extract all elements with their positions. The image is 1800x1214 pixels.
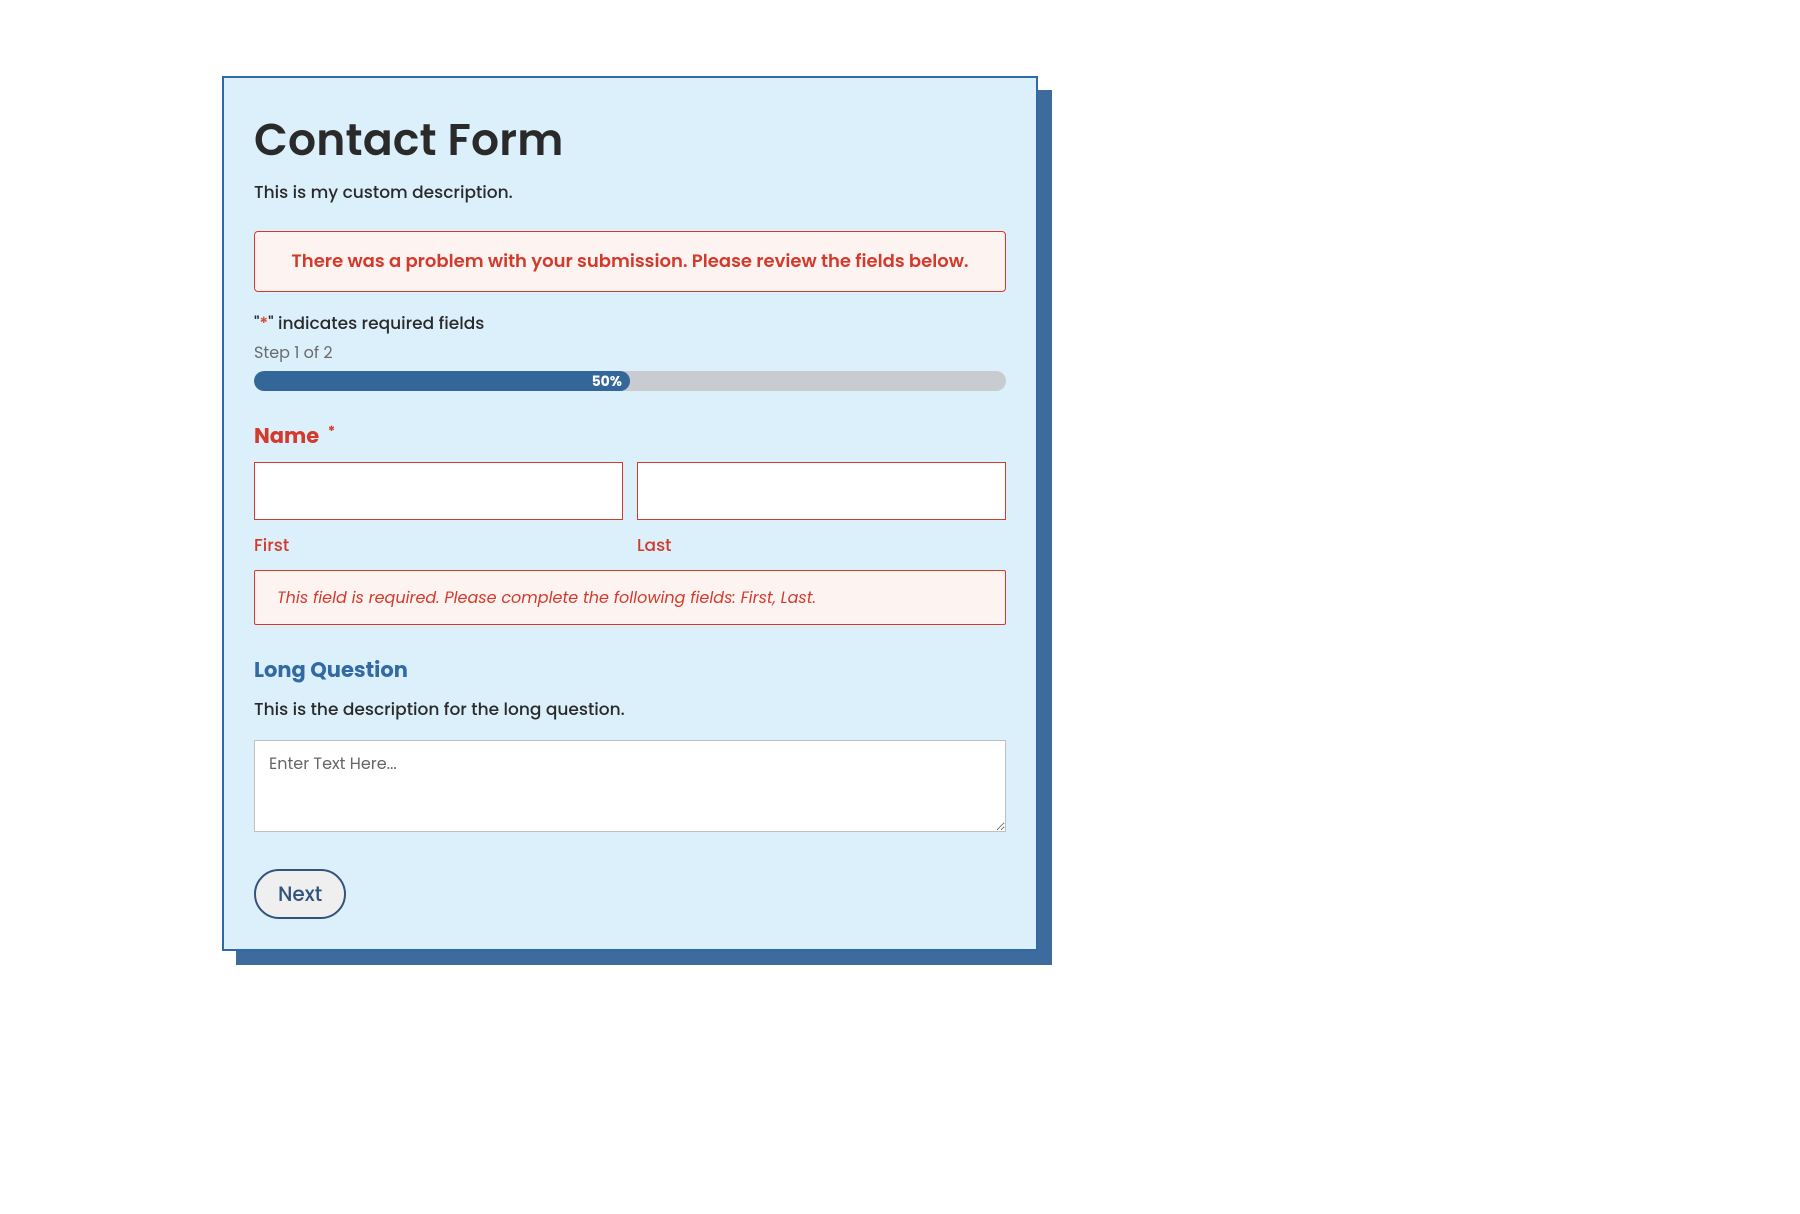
progress-bar: 50% xyxy=(254,371,1006,391)
required-fields-note: "*" indicates required fields xyxy=(254,310,1006,336)
first-name-input[interactable] xyxy=(254,462,623,520)
progress-bar-fill: 50% xyxy=(254,371,630,391)
long-question-description: This is the description for the long que… xyxy=(254,696,1006,722)
required-asterisk: * xyxy=(260,311,269,335)
last-name-column: Last xyxy=(637,462,1006,558)
long-question-textarea[interactable] xyxy=(254,740,1006,832)
name-inputs-row: First Last xyxy=(254,462,1006,558)
first-name-sublabel: First xyxy=(254,532,623,558)
form-card: Contact Form This is my custom descripti… xyxy=(222,76,1038,951)
first-name-column: First xyxy=(254,462,623,558)
next-button[interactable]: Next xyxy=(254,869,346,919)
name-field-label: Name * xyxy=(254,421,1006,452)
last-name-input[interactable] xyxy=(637,462,1006,520)
form-title: Contact Form xyxy=(254,108,1006,173)
name-required-asterisk: * xyxy=(328,421,335,441)
step-indicator: Step 1 of 2 xyxy=(254,340,1006,365)
required-note-suffix: " indicates required fields xyxy=(268,311,484,335)
long-question-label: Long Question xyxy=(254,655,1006,686)
name-label-text: Name xyxy=(254,422,319,451)
form-description: This is my custom description. xyxy=(254,179,1006,205)
name-field-error-message: This field is required. Please complete … xyxy=(254,570,1006,625)
last-name-sublabel: Last xyxy=(637,532,1006,558)
submission-error-banner: There was a problem with your submission… xyxy=(254,231,1006,292)
